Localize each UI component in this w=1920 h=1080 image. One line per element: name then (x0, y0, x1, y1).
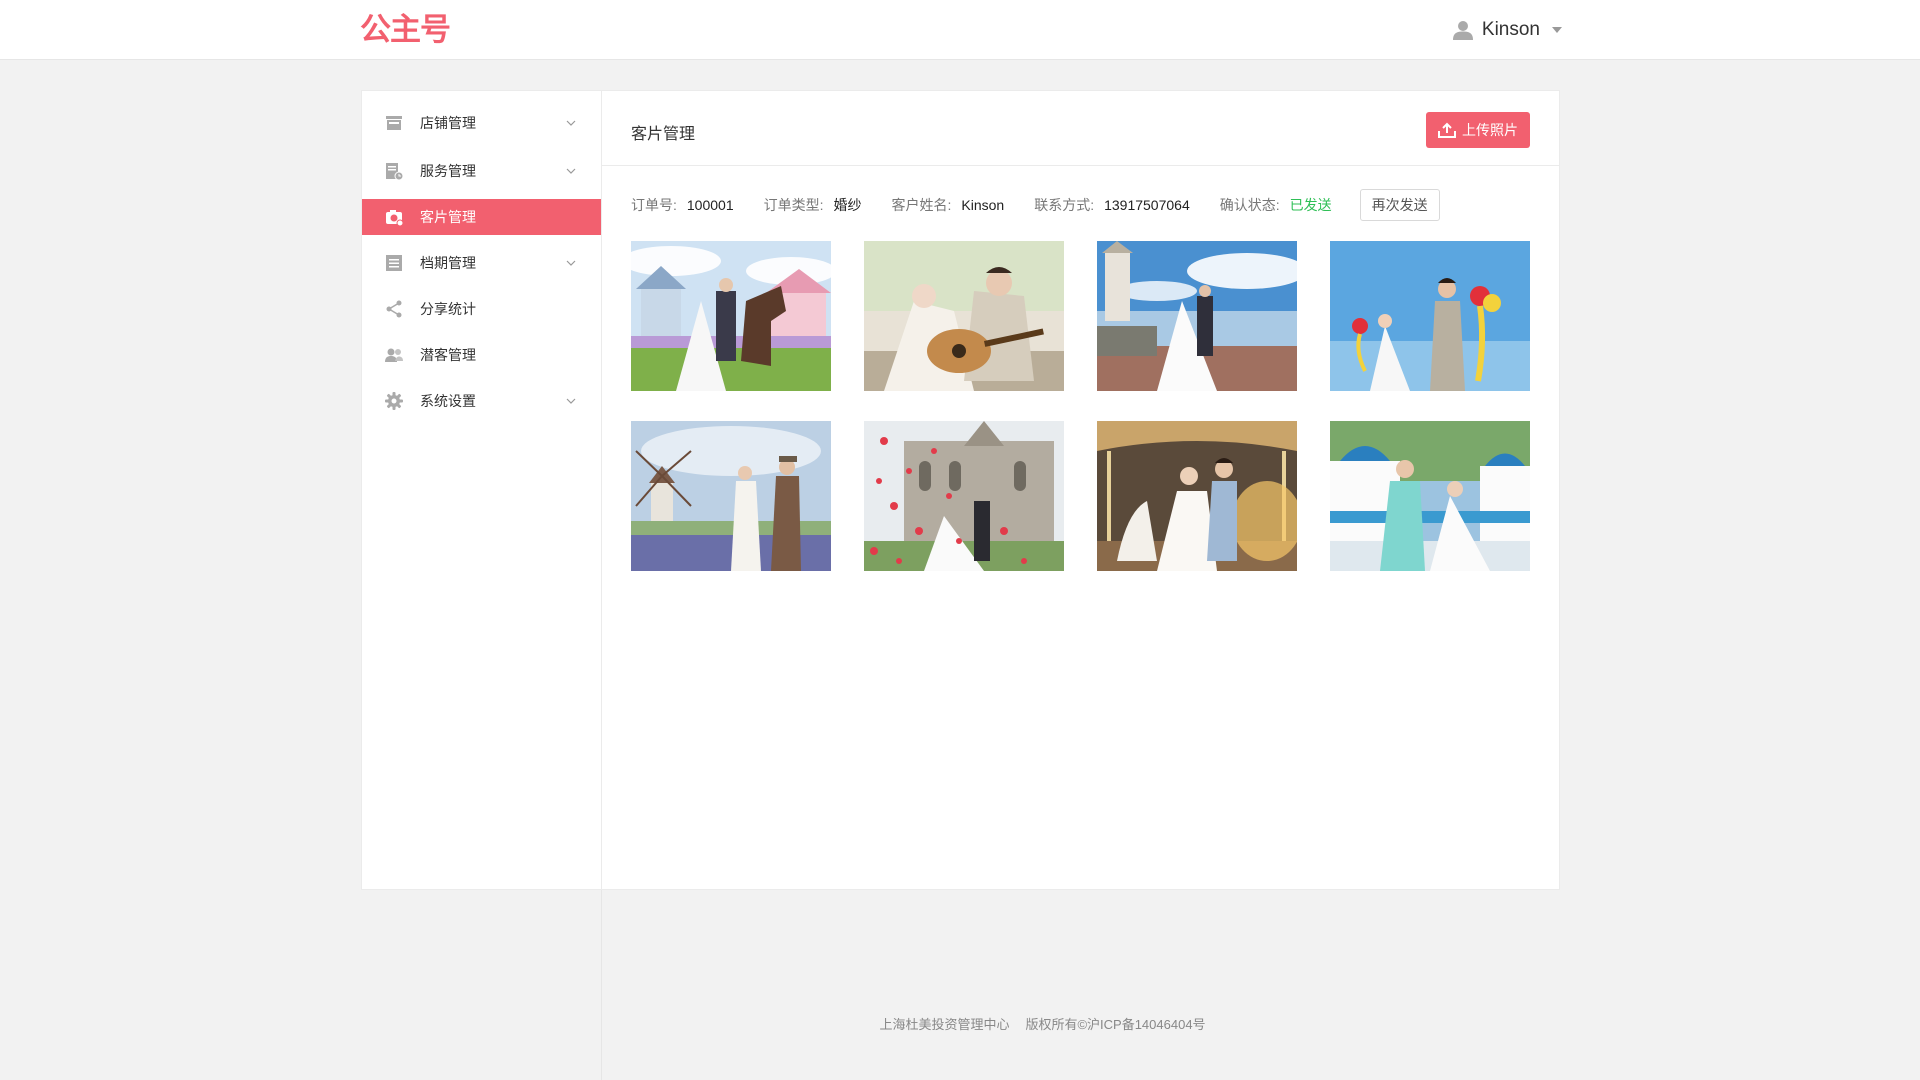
chevron-down-icon (1552, 27, 1562, 33)
page-title: 客片管理 (631, 126, 696, 143)
order-info: 订单号: 100001 订单类型: 婚纱 客户姓名: Kinson 联系方式: … (631, 189, 1440, 221)
customer-label: 客户姓名: (891, 197, 952, 213)
user-menu[interactable]: Kinson (1452, 16, 1562, 44)
sidebar-item-label: 店铺管理 (420, 115, 476, 131)
photo-image (1097, 421, 1297, 571)
resend-button[interactable]: 再次发送 (1359, 189, 1440, 221)
sidebar-item-label: 客片管理 (420, 209, 476, 225)
photo-grid (631, 241, 1530, 571)
sidebar-item-label: 档期管理 (420, 255, 476, 271)
sidebar-item-prospects[interactable]: 潜客管理 (362, 337, 601, 373)
sidebar-item-settings[interactable]: 系统设置 (362, 383, 601, 419)
share-icon (386, 300, 402, 318)
contact-label: 联系方式: (1034, 197, 1095, 213)
chevron-down-icon (566, 260, 576, 266)
photo-image (1330, 421, 1530, 571)
upload-photos-button[interactable]: 上传照片 (1426, 112, 1530, 148)
customer-value: Kinson (961, 197, 1005, 213)
chevron-down-icon (566, 398, 576, 404)
sidebar-item-service[interactable]: 服务管理 (362, 153, 601, 189)
footer: 上海杜美投资管理中心 版权所有©沪ICP备14046404号 (0, 1014, 1920, 1033)
photo-image (1097, 241, 1297, 391)
top-bar: 公主号 Kinson (0, 0, 1920, 60)
order-no-value: 100001 (686, 197, 734, 213)
chevron-down-icon (566, 120, 576, 126)
sidebar-item-label: 分享统计 (420, 301, 476, 317)
footer-company: 上海杜美投资管理中心 (879, 1017, 1010, 1032)
users-icon (385, 348, 403, 362)
photo-image (864, 421, 1064, 571)
footer-copyright: 版权所有©沪ICP备14046404号 (1025, 1017, 1206, 1032)
main-header: 客片管理 上传照片 (602, 91, 1559, 166)
wedding-photo-horse[interactable] (631, 241, 831, 391)
upload-photos-label: 上传照片 (1462, 122, 1518, 138)
chevron-down-icon (566, 168, 576, 174)
store-icon (386, 116, 402, 130)
order-no-label: 订单号: (631, 197, 677, 213)
service-icon (386, 163, 404, 181)
sidebar-item-schedule[interactable]: 档期管理 (362, 245, 601, 281)
status-label: 确认状态: (1219, 197, 1280, 213)
wedding-photo-balloons[interactable] (1330, 241, 1530, 391)
sidebar-item-label: 潜客管理 (420, 347, 476, 363)
upload-icon (1438, 122, 1456, 138)
sidebar-item-photos[interactable]: 客片管理 (362, 199, 601, 235)
photo-image (631, 241, 831, 391)
camera-icon (386, 210, 404, 227)
sidebar-item-store[interactable]: 店铺管理 (362, 105, 601, 141)
wedding-photo-guitar[interactable] (864, 241, 1064, 391)
photo-image (864, 241, 1064, 391)
footer-divider (601, 890, 602, 1080)
status-badge: 已发送 (1289, 197, 1332, 213)
wedding-photo-church[interactable] (864, 421, 1064, 571)
photo-image (1330, 241, 1530, 391)
order-type-label: 订单类型: (763, 197, 824, 213)
wedding-photo-santorini[interactable] (1330, 421, 1530, 571)
sidebar-item-label: 服务管理 (420, 163, 476, 179)
schedule-icon (386, 255, 402, 271)
contact-value: 13917507064 (1104, 197, 1190, 213)
wedding-photo-carousel[interactable] (1097, 421, 1297, 571)
wedding-photo-seaside[interactable] (1097, 241, 1297, 391)
content-panel: 店铺管理 服务管理 客片管理 档期管理 分享统计 潜客管理 系统设置 客片管理 … (361, 90, 1560, 890)
main-content: 客片管理 上传照片 订单号: 100001 订单类型: 婚纱 客户姓名: Kin… (602, 91, 1559, 889)
wedding-photo-windmill[interactable] (631, 421, 831, 571)
photo-image (631, 421, 831, 571)
order-type-value: 婚纱 (833, 197, 862, 213)
logo[interactable]: 公主号 (360, 12, 451, 48)
sidebar-item-label: 系统设置 (420, 393, 476, 409)
sidebar-item-share-stats[interactable]: 分享统计 (362, 291, 601, 327)
sidebar: 店铺管理 服务管理 客片管理 档期管理 分享统计 潜客管理 系统设置 (362, 91, 602, 889)
user-icon (1452, 21, 1473, 40)
gear-icon (385, 392, 403, 410)
user-name: Kinson (1481, 19, 1540, 40)
